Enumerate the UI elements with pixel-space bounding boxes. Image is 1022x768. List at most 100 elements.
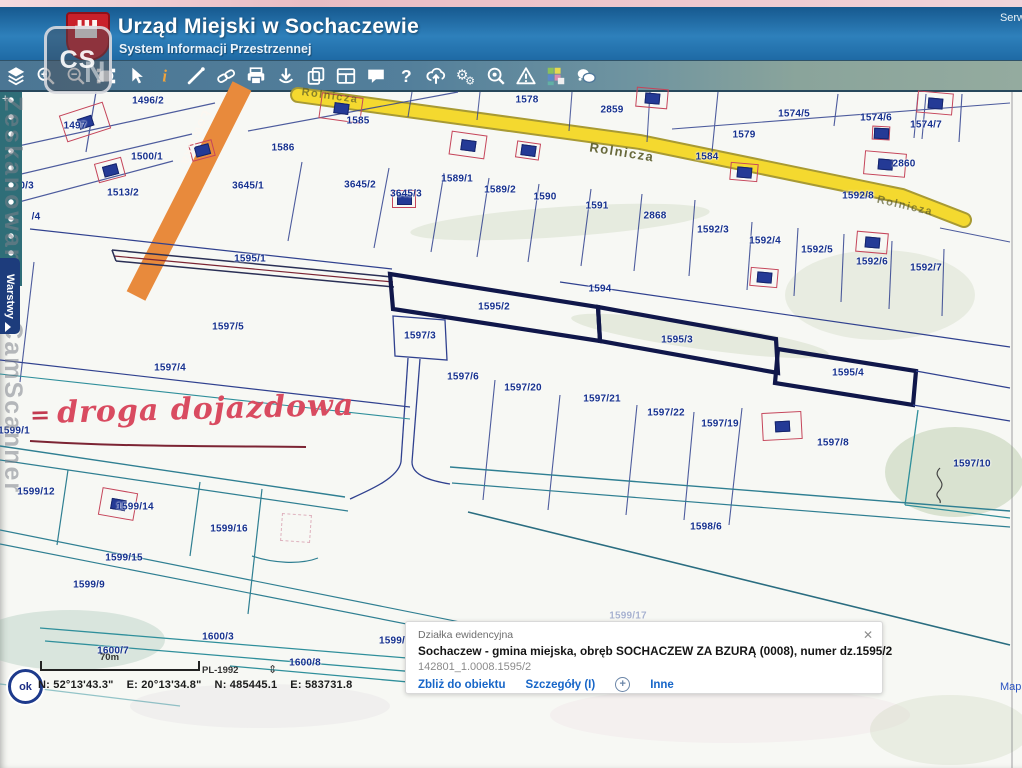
layers-tab-label: Warstwy — [4, 274, 16, 319]
coordinate-value: E: 583731.8 — [290, 679, 352, 691]
parcel-label: 1597/22 — [647, 408, 685, 419]
parcel-label: 3645/2 — [344, 180, 376, 191]
building-icon — [729, 162, 758, 182]
parcel-label: 1578 — [515, 95, 538, 106]
parcel-label: 1597/19 — [701, 419, 739, 430]
parcel-label: 1586 — [271, 143, 294, 154]
other-link[interactable]: Inne — [650, 679, 674, 691]
parcel-label: 2868 — [643, 211, 666, 222]
parcel-label: 3645/3 — [390, 189, 422, 200]
expand-triangle-icon — [5, 322, 11, 332]
scan-right-edge — [1011, 92, 1013, 768]
parcel-label: 1595/1 — [234, 254, 266, 265]
parcel-label: 2859 — [600, 105, 623, 116]
building-icon — [872, 126, 891, 141]
building-marker — [460, 139, 476, 152]
building-icon — [761, 411, 802, 441]
parcel-label: 1589/1 — [441, 174, 473, 185]
parcel-label: 1597/5 — [212, 322, 244, 333]
close-icon[interactable]: ✕ — [863, 628, 873, 642]
parcel-label: 1599/16 — [210, 524, 248, 535]
parcel-id: 142801_1.0008.1595/2 — [418, 661, 870, 673]
layers-panel-tab[interactable]: Warstwy — [0, 258, 20, 334]
parcel-label: 1496/2 — [132, 96, 164, 107]
building-marker — [101, 163, 118, 178]
parcel-label: 1595/4 — [832, 368, 864, 379]
parcel-label: 1500/1 — [131, 152, 163, 163]
coordinate-value: N: 52°13'43.3" — [38, 679, 114, 691]
building-marker — [927, 97, 943, 109]
coordinate-value: N: 485445.1 — [215, 679, 278, 691]
parcel-label: 1597/20 — [504, 383, 542, 394]
annotation-equals: = — [30, 400, 52, 430]
parcel-label: 1599/14 — [116, 502, 154, 513]
building-marker — [877, 158, 893, 170]
parcel-label: 1599/ — [379, 636, 405, 647]
parcel-label: 1574/6 — [860, 113, 892, 124]
building-icon — [749, 267, 779, 288]
crs-label: PL-1992 — [202, 665, 238, 676]
building-marker — [520, 144, 536, 157]
parcel-label: 1591 — [585, 201, 608, 212]
parcel-label: 1574/5 — [778, 109, 810, 120]
parcel-label: 1600/3 — [202, 632, 234, 643]
coordinates-readout: N: 52°13'43.3" E: 20°13'34.8" N: 485445.1 E… — [38, 679, 365, 691]
parcel-label: 1592/8 — [842, 191, 874, 202]
parcel-label: 1592/7 — [910, 263, 942, 274]
parcel-label: 1598/6 — [690, 522, 722, 533]
parcel-label: 1574/7 — [910, 120, 942, 131]
camscanner-watermark: Zeskanowane w CamScanner — [0, 96, 27, 696]
building-marker — [864, 236, 880, 248]
building-icon — [515, 140, 541, 160]
parcel-label: 1597/10 — [953, 459, 991, 470]
building-marker — [873, 127, 889, 139]
building-marker — [774, 420, 790, 432]
parcel-label: 1513/2 — [107, 188, 139, 199]
parcel-label: 1592/3 — [697, 225, 729, 236]
building-icon — [449, 131, 488, 160]
building-marker — [736, 166, 752, 178]
parcel-label: 1599/17 — [609, 611, 647, 622]
parcel-label: 1597/8 — [817, 438, 849, 449]
parcel-description: Sochaczew - gmina miejska, obręb SOCHACZ… — [418, 644, 870, 658]
parcel-label: 1597/6 — [447, 372, 479, 383]
parcel-label: 2860 — [892, 159, 915, 170]
parcel-label: 1599/15 — [105, 553, 143, 564]
zoom-to-object-link[interactable]: Zbliż do obiektu — [418, 679, 506, 691]
building-icon — [855, 231, 889, 255]
parcel-label: 1592/4 — [749, 236, 781, 247]
parcel-label: 1597/4 — [154, 363, 186, 374]
parcel-label: 1589/2 — [484, 185, 516, 196]
add-circle-icon[interactable]: + — [615, 677, 630, 692]
parcel-label: 1497 — [63, 121, 86, 132]
parcel-label: 1579 — [732, 130, 755, 141]
building-marker — [644, 92, 660, 104]
popup-title: Działka ewidencyjna — [418, 629, 870, 641]
parcel-label: 1584 — [695, 152, 718, 163]
details-link[interactable]: Szczegóły (I) — [526, 679, 596, 691]
parcel-label: 1592/5 — [801, 245, 833, 256]
parcel-label: /4 — [32, 212, 41, 223]
parcel-label: 1590 — [533, 192, 556, 203]
parcel-label: 1595/2 — [478, 302, 510, 313]
coordinate-value: E: 20°13'34.8" — [127, 679, 202, 691]
building-marker — [756, 271, 772, 283]
parcel-label: 1597/3 — [404, 331, 436, 342]
screen: Urząd Miejski w Sochaczewie System Infor… — [0, 0, 1022, 768]
building-icon — [635, 87, 669, 110]
parcel-label: 1585 — [346, 116, 369, 127]
parcel-label: 1592/6 — [856, 257, 888, 268]
scale-bar — [40, 661, 200, 671]
map-attribution: Map — [1000, 681, 1021, 693]
building-icon — [916, 90, 954, 115]
parcel-label: 1597/21 — [583, 394, 621, 405]
parcel-label: 1599/9 — [73, 580, 105, 591]
parcel-label: 3645/1 — [232, 181, 264, 192]
parcel-label: 1600/8 — [289, 658, 321, 669]
parcel-label: 1594 — [588, 284, 611, 295]
parcel-info-popup: Działka ewidencyjna ✕ Sochaczew - gmina … — [405, 621, 883, 694]
watermark-letter: N — [84, 56, 106, 90]
parcel-label: 1595/3 — [661, 335, 693, 346]
crs-toggle-icon[interactable]: ⇕ — [268, 663, 277, 676]
planned-building-outline — [280, 513, 312, 543]
